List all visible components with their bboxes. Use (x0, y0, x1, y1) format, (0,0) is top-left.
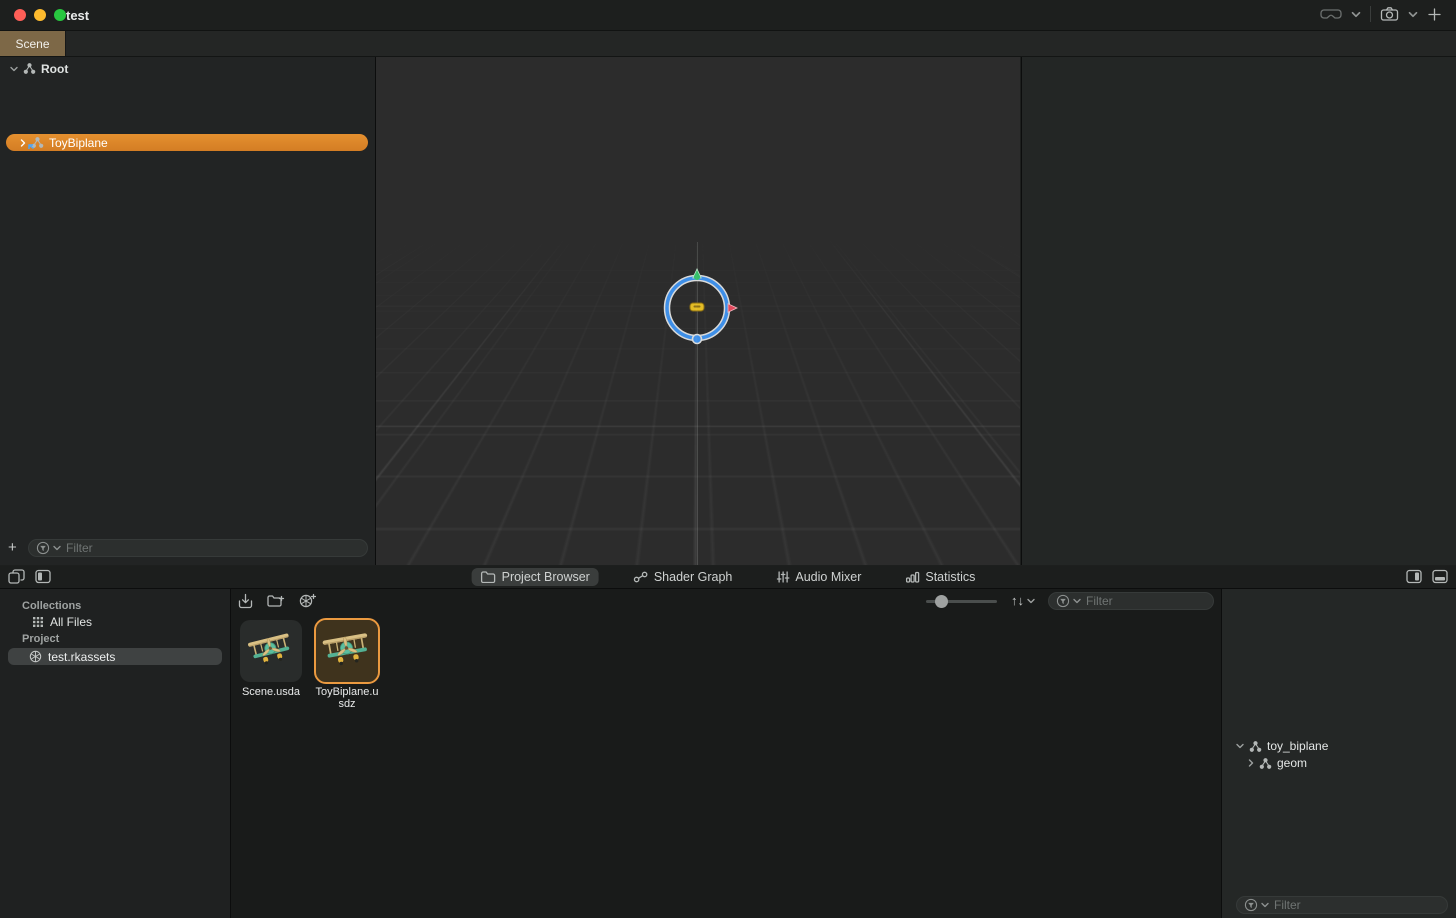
zoom-button[interactable] (54, 9, 66, 21)
collections-header: Collections (22, 600, 81, 612)
toolbar-divider (1370, 6, 1371, 22)
grid-icon (32, 616, 44, 628)
rkassets-label: test.rkassets (48, 650, 115, 664)
usdz-thumbnail-biplane (318, 630, 375, 673)
snapshot-menu-chevron-icon[interactable] (1408, 11, 1418, 18)
filter-funnel-icon[interactable] (1056, 594, 1070, 608)
tree-row-root[interactable]: Root (10, 60, 68, 77)
gizmo-z-handle[interactable] (693, 335, 702, 344)
tab-shader-graph[interactable]: Shader Graph (625, 568, 742, 586)
bottom-tab-bar: Project Browser Shader Graph Audio Mixer… (0, 566, 1456, 589)
shader-graph-icon (634, 571, 648, 583)
tab-label: Shader Graph (654, 570, 733, 584)
add-entity-button[interactable]: + (8, 540, 22, 556)
entity-node-icon (1249, 741, 1262, 752)
asset-tree-row-geom[interactable]: geom (1248, 756, 1307, 770)
tab-audio-mixer[interactable]: Audio Mixer (767, 568, 870, 586)
browser-filter-input[interactable] (1084, 593, 1206, 609)
add-entity-icon[interactable] (1427, 7, 1442, 22)
asset-tree-label: geom (1277, 756, 1307, 770)
tab-label: Statistics (925, 570, 975, 584)
tab-label: Audio Mixer (795, 570, 861, 584)
filter-chevron-icon[interactable] (1073, 598, 1081, 604)
sidebar-item-rkassets-selected[interactable]: test.rkassets (8, 648, 222, 665)
windows-toggle-icon[interactable] (8, 569, 25, 584)
chevron-down-icon[interactable] (1236, 743, 1244, 749)
asset-tree-label: toy_biplane (1267, 739, 1328, 753)
new-folder-icon[interactable] (267, 594, 285, 609)
document-tab-bar: Scene (0, 31, 1456, 57)
sidebar-item-all-files[interactable]: All Files (32, 615, 92, 629)
titlebar: test (0, 0, 1456, 31)
assets-package-icon (29, 650, 42, 663)
right-sidebar-toggle-icon[interactable] (1406, 569, 1422, 584)
tab-label: Project Browser (502, 570, 590, 584)
audio-mixer-icon (776, 571, 789, 583)
file-label-scene-usda: Scene.usda (236, 686, 306, 698)
new-package-icon[interactable] (299, 593, 316, 609)
file-tile-scene-usda[interactable] (240, 620, 302, 682)
thumbnail-size-slider-knob[interactable] (935, 595, 948, 608)
all-files-label: All Files (50, 615, 92, 629)
snapshot-camera-icon[interactable] (1380, 6, 1399, 22)
scene-thumbnail-biplane (244, 630, 298, 673)
asset-filter-field[interactable] (1236, 896, 1448, 914)
app-window: test Scene Root (0, 0, 1456, 918)
chevron-right-icon[interactable] (1248, 759, 1254, 767)
gizmo-x-handle[interactable] (728, 304, 737, 312)
reference-arrow-badge-icon (28, 143, 35, 150)
transform-gizmo[interactable] (649, 260, 745, 356)
tree-row-toybiplane-selected[interactable]: ToyBiplane (6, 134, 368, 151)
inspector-panel: ToyBiplane ··· ▶ ■ --:-- --:-- Transform… (1021, 57, 1456, 565)
scene-hierarchy-panel: Root ToyBiplane + (0, 57, 376, 565)
sort-arrows-icon: ↑↓ (1011, 593, 1024, 608)
folder-icon (481, 571, 496, 583)
asset-filter-input[interactable] (1272, 897, 1440, 913)
viewport-grid (376, 57, 1020, 239)
close-button[interactable] (14, 9, 26, 21)
tab-project-browser[interactable]: Project Browser (472, 568, 599, 586)
filter-funnel-icon[interactable] (36, 541, 50, 555)
minimize-button[interactable] (34, 9, 46, 21)
hierarchy-filter-input[interactable] (64, 540, 360, 556)
vr-goggles-icon[interactable] (1320, 6, 1342, 22)
filter-chevron-icon[interactable] (1261, 902, 1269, 908)
import-icon[interactable] (238, 593, 253, 609)
tab-scene[interactable]: Scene (0, 31, 66, 56)
sort-chevron-icon (1027, 598, 1035, 604)
asset-preview-panel: toy_biplane geom (1222, 589, 1456, 918)
window-title: test (66, 8, 89, 23)
asset-tree-row-toy-biplane[interactable]: toy_biplane (1236, 739, 1328, 753)
chevron-down-icon[interactable] (10, 66, 18, 72)
tree-child-label: ToyBiplane (49, 136, 108, 150)
vr-menu-chevron-icon[interactable] (1351, 11, 1361, 18)
file-tile-toybiplane-usdz-selected[interactable] (316, 620, 378, 682)
bottom-panel-toggle-icon[interactable] (1432, 569, 1448, 584)
left-sidebar-toggle-icon[interactable] (35, 569, 51, 584)
browser-filter-field[interactable] (1048, 592, 1214, 610)
panel-tabs: Project Browser Shader Graph Audio Mixer… (472, 567, 985, 587)
filter-chevron-icon[interactable] (53, 545, 61, 551)
tree-root-label: Root (41, 62, 68, 76)
chevron-right-icon[interactable] (20, 139, 26, 147)
file-label-toybiplane-usdz: ToyBiplane.usdz (314, 686, 380, 710)
sort-control[interactable]: ↑↓ (1011, 593, 1035, 608)
project-header: Project (22, 633, 59, 645)
entity-node-icon (1259, 758, 1272, 769)
statistics-icon (905, 571, 919, 583)
filter-funnel-icon[interactable] (1244, 898, 1258, 912)
tab-statistics[interactable]: Statistics (896, 568, 984, 586)
entity-node-icon (23, 63, 36, 74)
project-browser-sidebar: Collections All Files Project test.rkass… (0, 589, 231, 918)
viewport-3d[interactable] (376, 57, 1020, 565)
hierarchy-filter-field[interactable] (28, 539, 368, 557)
tab-scene-label: Scene (15, 37, 49, 51)
project-browser-main: ↑↓ Scene.usda ToyBiplane.usdz (231, 589, 1222, 918)
